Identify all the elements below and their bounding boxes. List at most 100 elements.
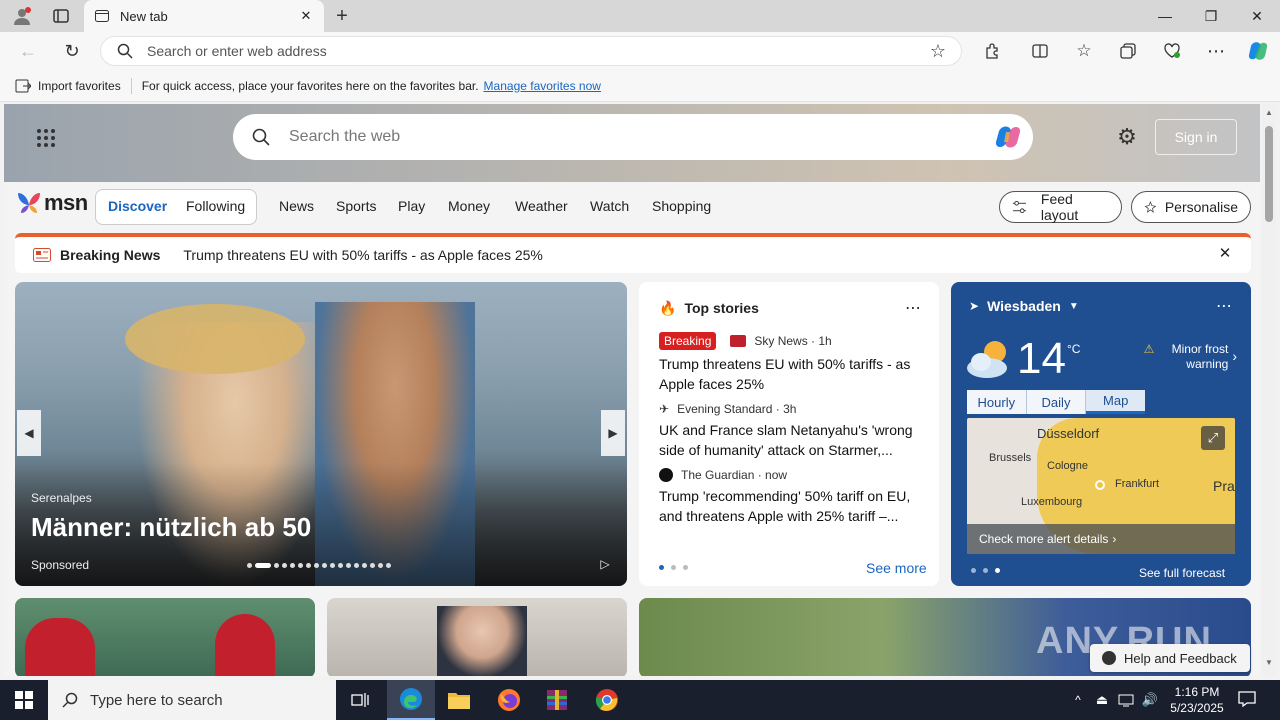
browser-essentials-icon[interactable] <box>1158 38 1186 64</box>
tab-daily[interactable]: Daily <box>1026 390 1087 414</box>
windows-start-icon[interactable] <box>0 680 48 720</box>
breaking-news-bar[interactable]: Breaking News Trump threatens EU with 50… <box>15 233 1251 273</box>
scrollbar-thumb[interactable] <box>1265 126 1273 222</box>
pager-dot[interactable] <box>971 568 976 573</box>
carousel-dot[interactable] <box>386 563 391 568</box>
nav-watch[interactable]: Watch <box>590 198 629 214</box>
settings-gear-icon[interactable]: ⚙ <box>1114 124 1140 150</box>
top-stories-more-icon[interactable]: ⋯ <box>905 298 921 318</box>
see-more-link[interactable]: See more <box>866 560 927 576</box>
manage-favorites-link[interactable]: Manage favorites now <box>484 79 601 93</box>
more-menu-icon[interactable]: ⋯ <box>1202 38 1230 64</box>
split-screen-icon[interactable] <box>1026 38 1054 64</box>
copilot-search-icon[interactable] <box>993 123 1023 151</box>
pager-dot-active[interactable] <box>659 565 664 570</box>
alert-details-bar[interactable]: Check more alert details › <box>967 524 1235 554</box>
story-item[interactable]: ✈ Evening Standard · 3h UK and France sl… <box>659 402 921 460</box>
favorites-icon[interactable]: ☆ <box>1070 38 1098 64</box>
favorite-star-icon[interactable]: ☆ <box>924 38 952 64</box>
pager-dot-active[interactable] <box>995 568 1000 573</box>
restore-button[interactable]: ❐ <box>1188 0 1234 32</box>
carousel-dot[interactable] <box>354 563 359 568</box>
minimize-button[interactable]: — <box>1142 0 1188 32</box>
weather-location[interactable]: ➤ Wiesbaden ▼ <box>969 298 1079 314</box>
tray-usb-icon[interactable]: ⏏ <box>1092 690 1112 710</box>
carousel-dot[interactable] <box>362 563 367 568</box>
carousel-dot[interactable] <box>314 563 319 568</box>
extensions-icon[interactable] <box>978 38 1006 64</box>
carousel-dot[interactable] <box>274 563 279 568</box>
nav-shopping[interactable]: Shopping <box>652 198 711 214</box>
nav-weather[interactable]: Weather <box>515 198 568 214</box>
refresh-icon[interactable]: ↻ <box>58 38 86 64</box>
story-item[interactable]: Breaking Sky News · 1h Trump threatens E… <box>659 332 921 394</box>
frost-warning[interactable]: ⚠ Minor frost warning › <box>1141 342 1237 372</box>
nav-news[interactable]: News <box>279 198 314 214</box>
tray-volume-icon[interactable]: 🔊 <box>1140 690 1160 710</box>
help-feedback-button[interactable]: Help and Feedback <box>1090 644 1250 672</box>
edge-taskbar-icon[interactable] <box>387 680 435 720</box>
apps-grid-icon[interactable] <box>32 124 60 152</box>
tab-new-tab[interactable]: New tab ✕ <box>84 0 324 32</box>
carousel-next-button[interactable]: ▶ <box>601 410 625 456</box>
close-window-button[interactable]: ✕ <box>1234 0 1280 32</box>
web-search-box[interactable]: Search the web <box>233 114 1033 160</box>
back-icon[interactable]: ← <box>14 38 42 64</box>
pager-dot[interactable] <box>683 565 688 570</box>
tray-network-icon[interactable] <box>1116 690 1136 710</box>
nav-play[interactable]: Play <box>398 198 425 214</box>
close-tab-icon[interactable]: ✕ <box>298 8 314 24</box>
tab-following[interactable]: Following <box>186 198 245 214</box>
close-breaking-icon[interactable]: ✕ <box>1217 245 1233 262</box>
tab-map[interactable]: Map <box>1086 390 1146 414</box>
page-scrollbar[interactable]: ▲ ▼ <box>1262 104 1276 676</box>
firefox-icon[interactable] <box>485 680 533 720</box>
expand-map-icon[interactable]: ⤢ <box>1201 426 1225 450</box>
carousel-dot-active[interactable] <box>255 563 271 568</box>
msn-logo[interactable]: msn <box>16 190 88 216</box>
see-full-forecast-link[interactable]: See full forecast <box>1139 566 1225 580</box>
feed-layout-button[interactable]: Feed layout <box>999 191 1122 223</box>
chrome-icon[interactable] <box>583 680 631 720</box>
winrar-icon[interactable] <box>533 680 581 720</box>
nav-sports[interactable]: Sports <box>336 198 376 214</box>
nav-money[interactable]: Money <box>448 198 490 214</box>
carousel-dot[interactable] <box>338 563 343 568</box>
tab-discover[interactable]: Discover <box>108 198 167 214</box>
carousel-dot[interactable] <box>330 563 335 568</box>
tray-chevron-up-icon[interactable]: ^ <box>1068 690 1088 710</box>
carousel-dot[interactable] <box>247 563 252 568</box>
collections-icon[interactable] <box>1114 38 1142 64</box>
carousel-dot[interactable] <box>298 563 303 568</box>
tab-actions-icon[interactable] <box>48 4 74 28</box>
news-card-politician[interactable] <box>327 598 627 676</box>
address-bar[interactable]: Search or enter web address <box>100 36 962 66</box>
notifications-icon[interactable] <box>1236 688 1258 710</box>
profile-icon[interactable] <box>8 4 36 28</box>
scroll-up-arrow[interactable]: ▲ <box>1265 108 1273 117</box>
carousel-dot[interactable] <box>378 563 383 568</box>
carousel-dot[interactable] <box>322 563 327 568</box>
new-tab-button[interactable]: + <box>330 4 354 28</box>
weather-map[interactable]: Düsseldorf Brussels Cologne Frankfurt Lu… <box>967 418 1235 554</box>
breaking-news-headline[interactable]: Trump threatens EU with 50% tariffs - as… <box>183 247 543 263</box>
personalise-button[interactable]: Personalise <box>1131 191 1251 223</box>
pager-dot[interactable] <box>983 568 988 573</box>
sign-in-button[interactable]: Sign in <box>1155 119 1237 155</box>
carousel-dot[interactable] <box>346 563 351 568</box>
taskbar-search-box[interactable]: Type here to search <box>48 680 336 720</box>
task-view-icon[interactable] <box>336 680 384 720</box>
file-explorer-icon[interactable] <box>435 680 483 720</box>
news-card-rugby[interactable] <box>15 598 315 676</box>
taskbar-clock[interactable]: 1:16 PM 5/23/2025 <box>1166 684 1228 716</box>
carousel-prev-button[interactable]: ◀ <box>17 410 41 456</box>
copilot-icon[interactable] <box>1244 38 1272 64</box>
carousel-title[interactable]: Männer: nützlich ab 50 <box>31 512 311 543</box>
hero-carousel[interactable]: ◀ ▶ Serenalpes Männer: nützlich ab 50 Sp… <box>15 282 627 586</box>
pager-dot[interactable] <box>671 565 676 570</box>
story-headline[interactable]: Trump 'recommending' 50% tariff on EU, a… <box>659 486 921 526</box>
carousel-dot[interactable] <box>282 563 287 568</box>
story-headline[interactable]: Trump threatens EU with 50% tariffs - as… <box>659 354 921 394</box>
carousel-dot[interactable] <box>290 563 295 568</box>
tab-hourly[interactable]: Hourly <box>967 390 1027 414</box>
